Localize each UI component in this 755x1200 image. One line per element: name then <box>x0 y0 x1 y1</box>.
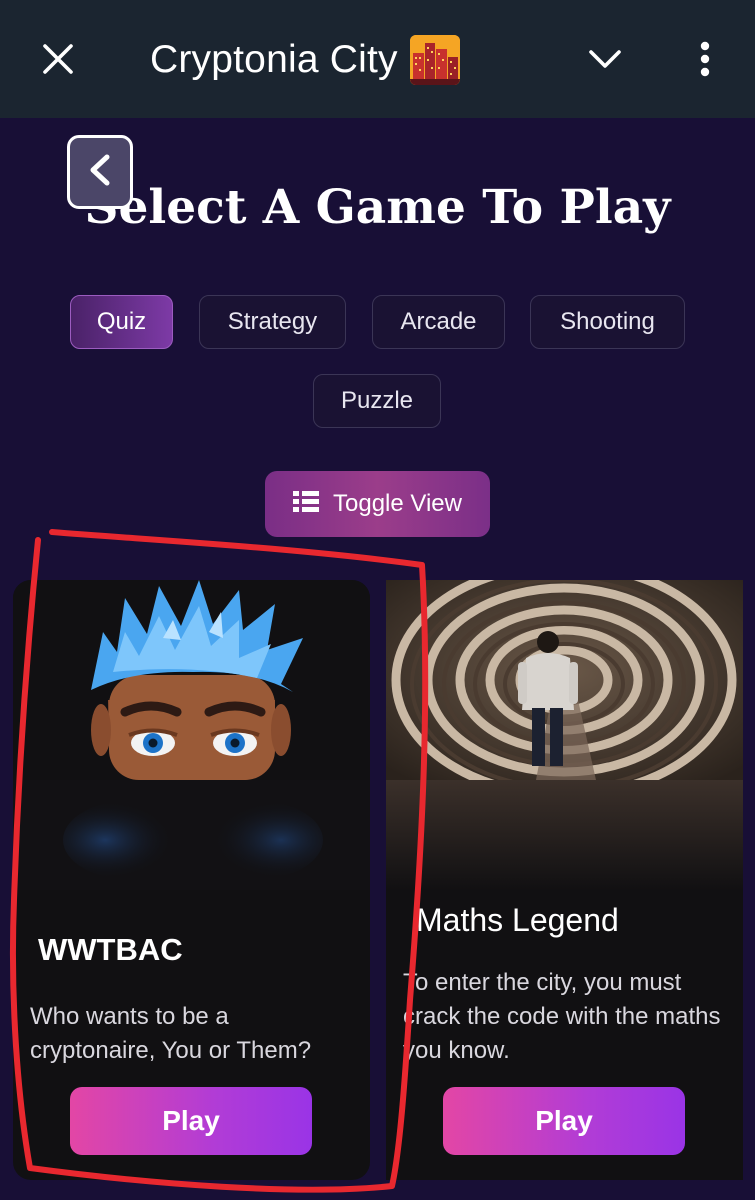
app-bar: Cryptonia City <box>0 0 755 118</box>
collapse-button[interactable] <box>578 34 632 88</box>
tab-quiz[interactable]: Quiz <box>70 295 173 349</box>
close-button[interactable] <box>30 33 86 89</box>
game-title: WWTBAC <box>38 932 183 967</box>
tab-strategy[interactable]: Strategy <box>199 295 346 349</box>
game-image-avatar <box>13 580 370 780</box>
image-fade <box>386 780 743 890</box>
more-options-button[interactable] <box>680 34 730 88</box>
tab-shooting[interactable]: Shooting <box>530 295 685 349</box>
game-description: Who wants to be a cryptonaire, You or Th… <box>30 1003 312 1064</box>
city-emoji-icon <box>409 35 460 85</box>
chevron-down-icon <box>587 47 623 76</box>
list-view-icon <box>293 490 319 519</box>
tab-arcade[interactable]: Arcade <box>372 295 505 349</box>
game-description: To enter the city, you must crack the co… <box>403 969 721 1064</box>
toggle-view-button[interactable]: Toggle View <box>265 471 490 537</box>
play-button[interactable]: Play <box>70 1087 312 1155</box>
close-icon <box>41 42 75 81</box>
game-image-maze <box>386 580 743 780</box>
app-title-group: Cryptonia City <box>150 30 460 90</box>
game-title: Maths Legend <box>416 902 619 938</box>
tab-puzzle[interactable]: Puzzle <box>313 374 441 428</box>
back-button[interactable] <box>67 135 133 209</box>
toggle-view-label: Toggle View <box>333 490 462 517</box>
game-card: Maths Legend To enter the city, you must… <box>386 580 743 1180</box>
play-button[interactable]: Play <box>443 1087 685 1155</box>
image-fade <box>13 780 370 890</box>
app-title: Cryptonia City <box>150 38 398 81</box>
chevron-left-icon <box>85 153 115 192</box>
more-vertical-icon <box>699 41 711 82</box>
game-card: WWTBAC Who wants to be a cryptonaire, Yo… <box>13 580 370 1180</box>
